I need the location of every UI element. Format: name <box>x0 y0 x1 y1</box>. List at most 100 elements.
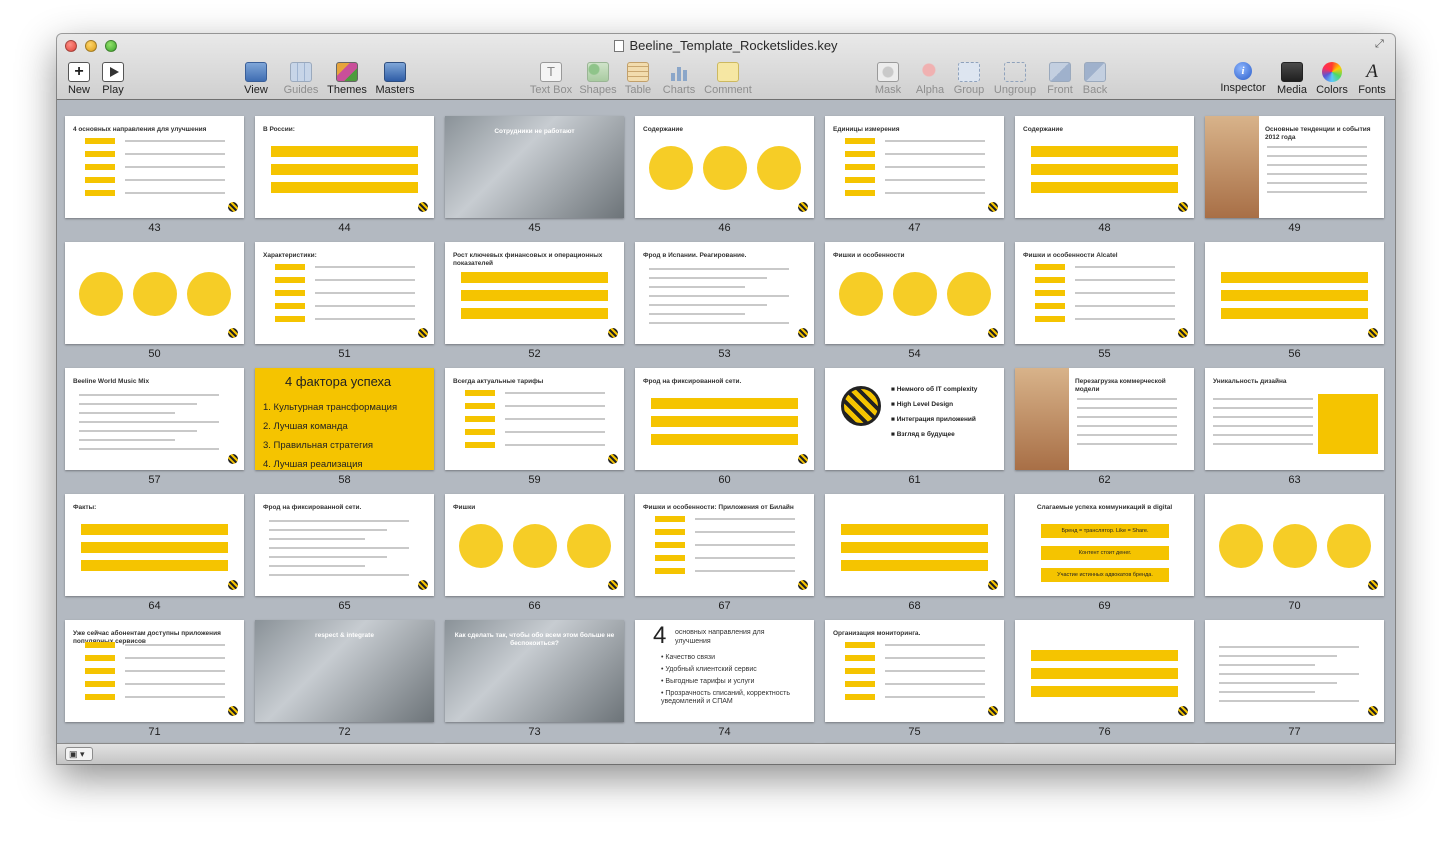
slide-61-item: ■ Взгляд в будущее <box>891 431 955 438</box>
slide-thumbnail-66[interactable]: Фишки <box>445 494 624 596</box>
beeline-logo <box>608 580 618 590</box>
slide-title: Фишки и особенности <box>833 252 905 259</box>
fullscreen-icon[interactable]: ⤢ <box>1375 38 1387 50</box>
charts-button[interactable]: Charts <box>661 62 697 96</box>
slide-thumbnail-64[interactable]: Факты: <box>65 494 244 596</box>
beeline-logo <box>798 328 808 338</box>
slide-title: Факты: <box>73 504 97 511</box>
slide-61-item: ■ Интеграция приложений <box>891 416 976 423</box>
slide-thumbnail-55[interactable]: Фишки и особенности Alcatel <box>1015 242 1194 344</box>
view-button[interactable]: View <box>239 62 273 96</box>
slide-number: 58 <box>338 474 351 486</box>
view-mode-button[interactable]: ▣ ▾ <box>65 747 93 761</box>
slide-thumbnail-52[interactable]: Рост ключевых финансовых и операционных … <box>445 242 624 344</box>
slide-thumbnail-62[interactable]: Перезагрузка коммерческой модели <box>1015 368 1194 470</box>
slide-thumbnail-67[interactable]: Фишки и особенности: Приложения от Билай… <box>635 494 814 596</box>
slide-thumbnail-48[interactable]: Содержание <box>1015 116 1194 218</box>
window-title-text: Beeline_Template_Rocketslides.key <box>629 38 838 53</box>
slide-58-heading: 4 фактора успеха <box>285 374 392 389</box>
mask-button[interactable]: Mask <box>873 62 903 96</box>
beeline-logo <box>608 454 618 464</box>
slide-title: 4 основных направления для улучшения <box>73 126 207 133</box>
front-button[interactable]: Front <box>1045 62 1075 96</box>
ungroup-button[interactable]: Ungroup <box>993 62 1037 96</box>
slide-number: 57 <box>148 474 161 486</box>
slide-thumbnail-44[interactable]: В России: <box>255 116 434 218</box>
alpha-button[interactable]: Alpha <box>913 62 947 96</box>
masters-button[interactable]: Masters <box>375 62 415 96</box>
slide-thumbnail-65[interactable]: Фрод на фиксированной сети. <box>255 494 434 596</box>
slide-61-item: ■ High Level Design <box>891 401 954 408</box>
beeline-logo <box>228 580 238 590</box>
slide-thumbnail-59[interactable]: Всегда актуальные тарифы <box>445 368 624 470</box>
slide-thumbnail-53[interactable]: Фрод в Испании. Реагирование. <box>635 242 814 344</box>
slide-title: Уникальность дизайна <box>1213 378 1287 385</box>
slide-74-heading: основных направления для улучшения <box>675 629 765 645</box>
slide-thumbnail-60[interactable]: Фрод на фиксированной сети. <box>635 368 814 470</box>
slide-number: 43 <box>148 222 161 234</box>
slide-thumbnail-47[interactable]: Единицы измерения <box>825 116 1004 218</box>
beeline-logo <box>228 454 238 464</box>
beeline-logo <box>1368 580 1378 590</box>
window-title: Beeline_Template_Rocketslides.key <box>57 38 1395 53</box>
slide-thumbnail-46[interactable]: Содержание <box>635 116 814 218</box>
slide-thumbnail-69[interactable]: Слагаемые успеха коммуникаций в digital Б… <box>1015 494 1194 596</box>
slide-number: 66 <box>528 600 541 612</box>
slide-thumbnail-63[interactable]: Уникальность дизайна <box>1205 368 1384 470</box>
slide-thumbnail-58[interactable]: 4 фактора успеха 1. Культурная трансформа… <box>255 368 434 470</box>
slide-thumbnail-72[interactable]: respect & integrate <box>255 620 434 722</box>
beeline-logo <box>988 202 998 212</box>
new-button[interactable]: + New <box>65 62 93 96</box>
slide-thumbnail-45[interactable]: Сотрудники не работают <box>445 116 624 218</box>
slide-title: Характеристики: <box>263 252 317 259</box>
status-bar: ▣ ▾ <box>57 743 1395 764</box>
slide-thumbnail-49[interactable]: Основные тенденции и события 2012 года <box>1205 116 1384 218</box>
group-button[interactable]: Group <box>953 62 985 96</box>
masters-icon <box>384 62 406 82</box>
colors-button[interactable]: Colors <box>1315 62 1349 96</box>
textbox-button[interactable]: T Text Box <box>527 62 575 96</box>
slide-number: 45 <box>528 222 541 234</box>
slide-number: 44 <box>338 222 351 234</box>
slide-photo <box>1015 368 1069 470</box>
comment-button[interactable]: Comment <box>703 62 753 96</box>
slide-thumbnail-76[interactable] <box>1015 620 1194 722</box>
slide-thumbnail-50[interactable] <box>65 242 244 344</box>
slide-title: В России: <box>263 126 295 133</box>
slide-number: 67 <box>718 600 731 612</box>
charts-icon <box>668 62 690 82</box>
fonts-button[interactable]: A Fonts <box>1355 62 1389 97</box>
slide-thumbnail-61[interactable]: ■ Немного об IT complexity ■ High Level D… <box>825 368 1004 470</box>
beeline-logo <box>798 202 808 212</box>
play-button[interactable]: Play <box>99 62 127 96</box>
back-button[interactable]: Back <box>1081 62 1109 96</box>
slide-thumbnail-57[interactable]: Beeline World Music Mix <box>65 368 244 470</box>
guides-button[interactable]: Guides <box>283 62 319 96</box>
slide-thumbnail-75[interactable]: Организация мониторинга. <box>825 620 1004 722</box>
slide-title: Сотрудники не работают <box>494 128 575 135</box>
slide-thumbnail-56[interactable] <box>1205 242 1384 344</box>
beeline-logo <box>798 580 808 590</box>
slide-title: Как сделать так, чтобы обо всем этом бол… <box>454 632 615 647</box>
table-button[interactable]: Table <box>623 62 653 96</box>
beeline-logo <box>988 706 998 716</box>
slide-thumbnail-73[interactable]: Как сделать так, чтобы обо всем этом бол… <box>445 620 624 722</box>
guides-icon <box>290 62 312 82</box>
play-icon <box>102 62 124 82</box>
beeline-logo <box>988 328 998 338</box>
slide-74-item: • Качество связи <box>661 654 715 661</box>
media-button[interactable]: Media <box>1277 62 1307 96</box>
slide-thumbnail-51[interactable]: Характеристики: <box>255 242 434 344</box>
slide-thumbnail-43[interactable]: 4 основных направления для улучшения <box>65 116 244 218</box>
slide-thumbnail-77[interactable] <box>1205 620 1384 722</box>
beeline-logo <box>228 706 238 716</box>
slide-thumbnail-54[interactable]: Фишки и особенности <box>825 242 1004 344</box>
slide-thumbnail-68[interactable] <box>825 494 1004 596</box>
slide-thumbnail-71[interactable]: Уже сейчас абонентам доступны приложения… <box>65 620 244 722</box>
themes-button[interactable]: Themes <box>327 62 367 96</box>
slide-thumbnail-74[interactable]: 4 основных направления для улучшения • Кач… <box>635 620 814 722</box>
inspector-button[interactable]: i Inspector <box>1217 62 1269 94</box>
slide-74-item: • Выгодные тарифы и услуги <box>661 678 755 685</box>
shapes-button[interactable]: Shapes <box>579 62 617 96</box>
slide-thumbnail-70[interactable] <box>1205 494 1384 596</box>
